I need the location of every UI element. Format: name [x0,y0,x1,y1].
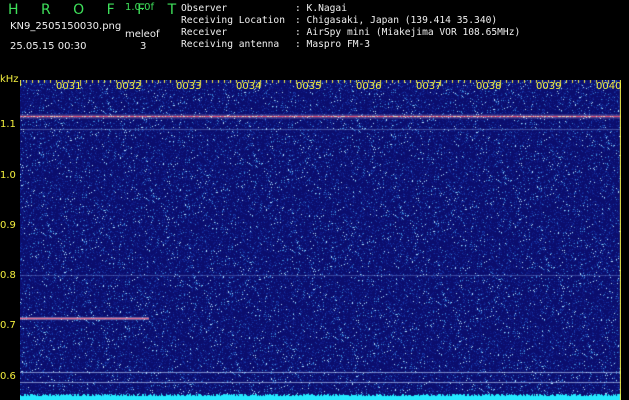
location-label: Receiving Location [181,15,285,26]
receiver-value: : AirSpy mini (Miakejima VOR 108.65MHz) [295,27,521,38]
spectrogram-canvas-wrap [20,80,621,400]
x-tick-label: 0035 [296,81,322,92]
version-label: 1.0.0f [125,2,154,13]
y-tick-label: 0.8 [0,270,16,281]
observer-label: Observer [181,3,228,14]
datetime-label: 25.05.15 00:30 [10,41,87,52]
count-value: 3 [140,41,147,52]
y-tick-label: 1.0 [0,170,16,181]
filename-label: KN9_2505150030.png [10,21,122,32]
x-tick-label: 0040 [596,81,622,92]
x-tick-label: 0039 [536,81,562,92]
x-tick-label: 0038 [476,81,502,92]
receiver-label: Receiver [181,27,228,38]
x-tick-label: 0033 [176,81,202,92]
location-value: : Chigasaki, Japan (139.414 35.340) [295,15,498,26]
spectrogram-screen: H R O F F T 1.0.0f KN9_2505150030.png me… [0,0,629,400]
meleof-label: meleof [125,29,160,40]
antenna-label: Receiving antenna [181,39,280,50]
observer-value: : K.Nagai [295,3,347,14]
y-tick-label: 1.1 [0,119,16,130]
y-tick-label: 0.7 [0,320,16,331]
y-tick-label: 0.9 [0,220,16,231]
x-tick-label: 0034 [236,81,262,92]
x-tick-label: 0031 [56,81,82,92]
y-tick-label: 0.6 [0,371,16,382]
x-tick-label: 0032 [116,81,142,92]
y-axis-unit: kHz [0,74,19,85]
antenna-value: : Maspro FM-3 [295,39,371,50]
app-brand: H R O F F T [8,2,186,18]
x-tick-label: 0036 [356,81,382,92]
spectrogram-canvas [20,80,621,400]
x-tick-label: 0037 [416,81,442,92]
